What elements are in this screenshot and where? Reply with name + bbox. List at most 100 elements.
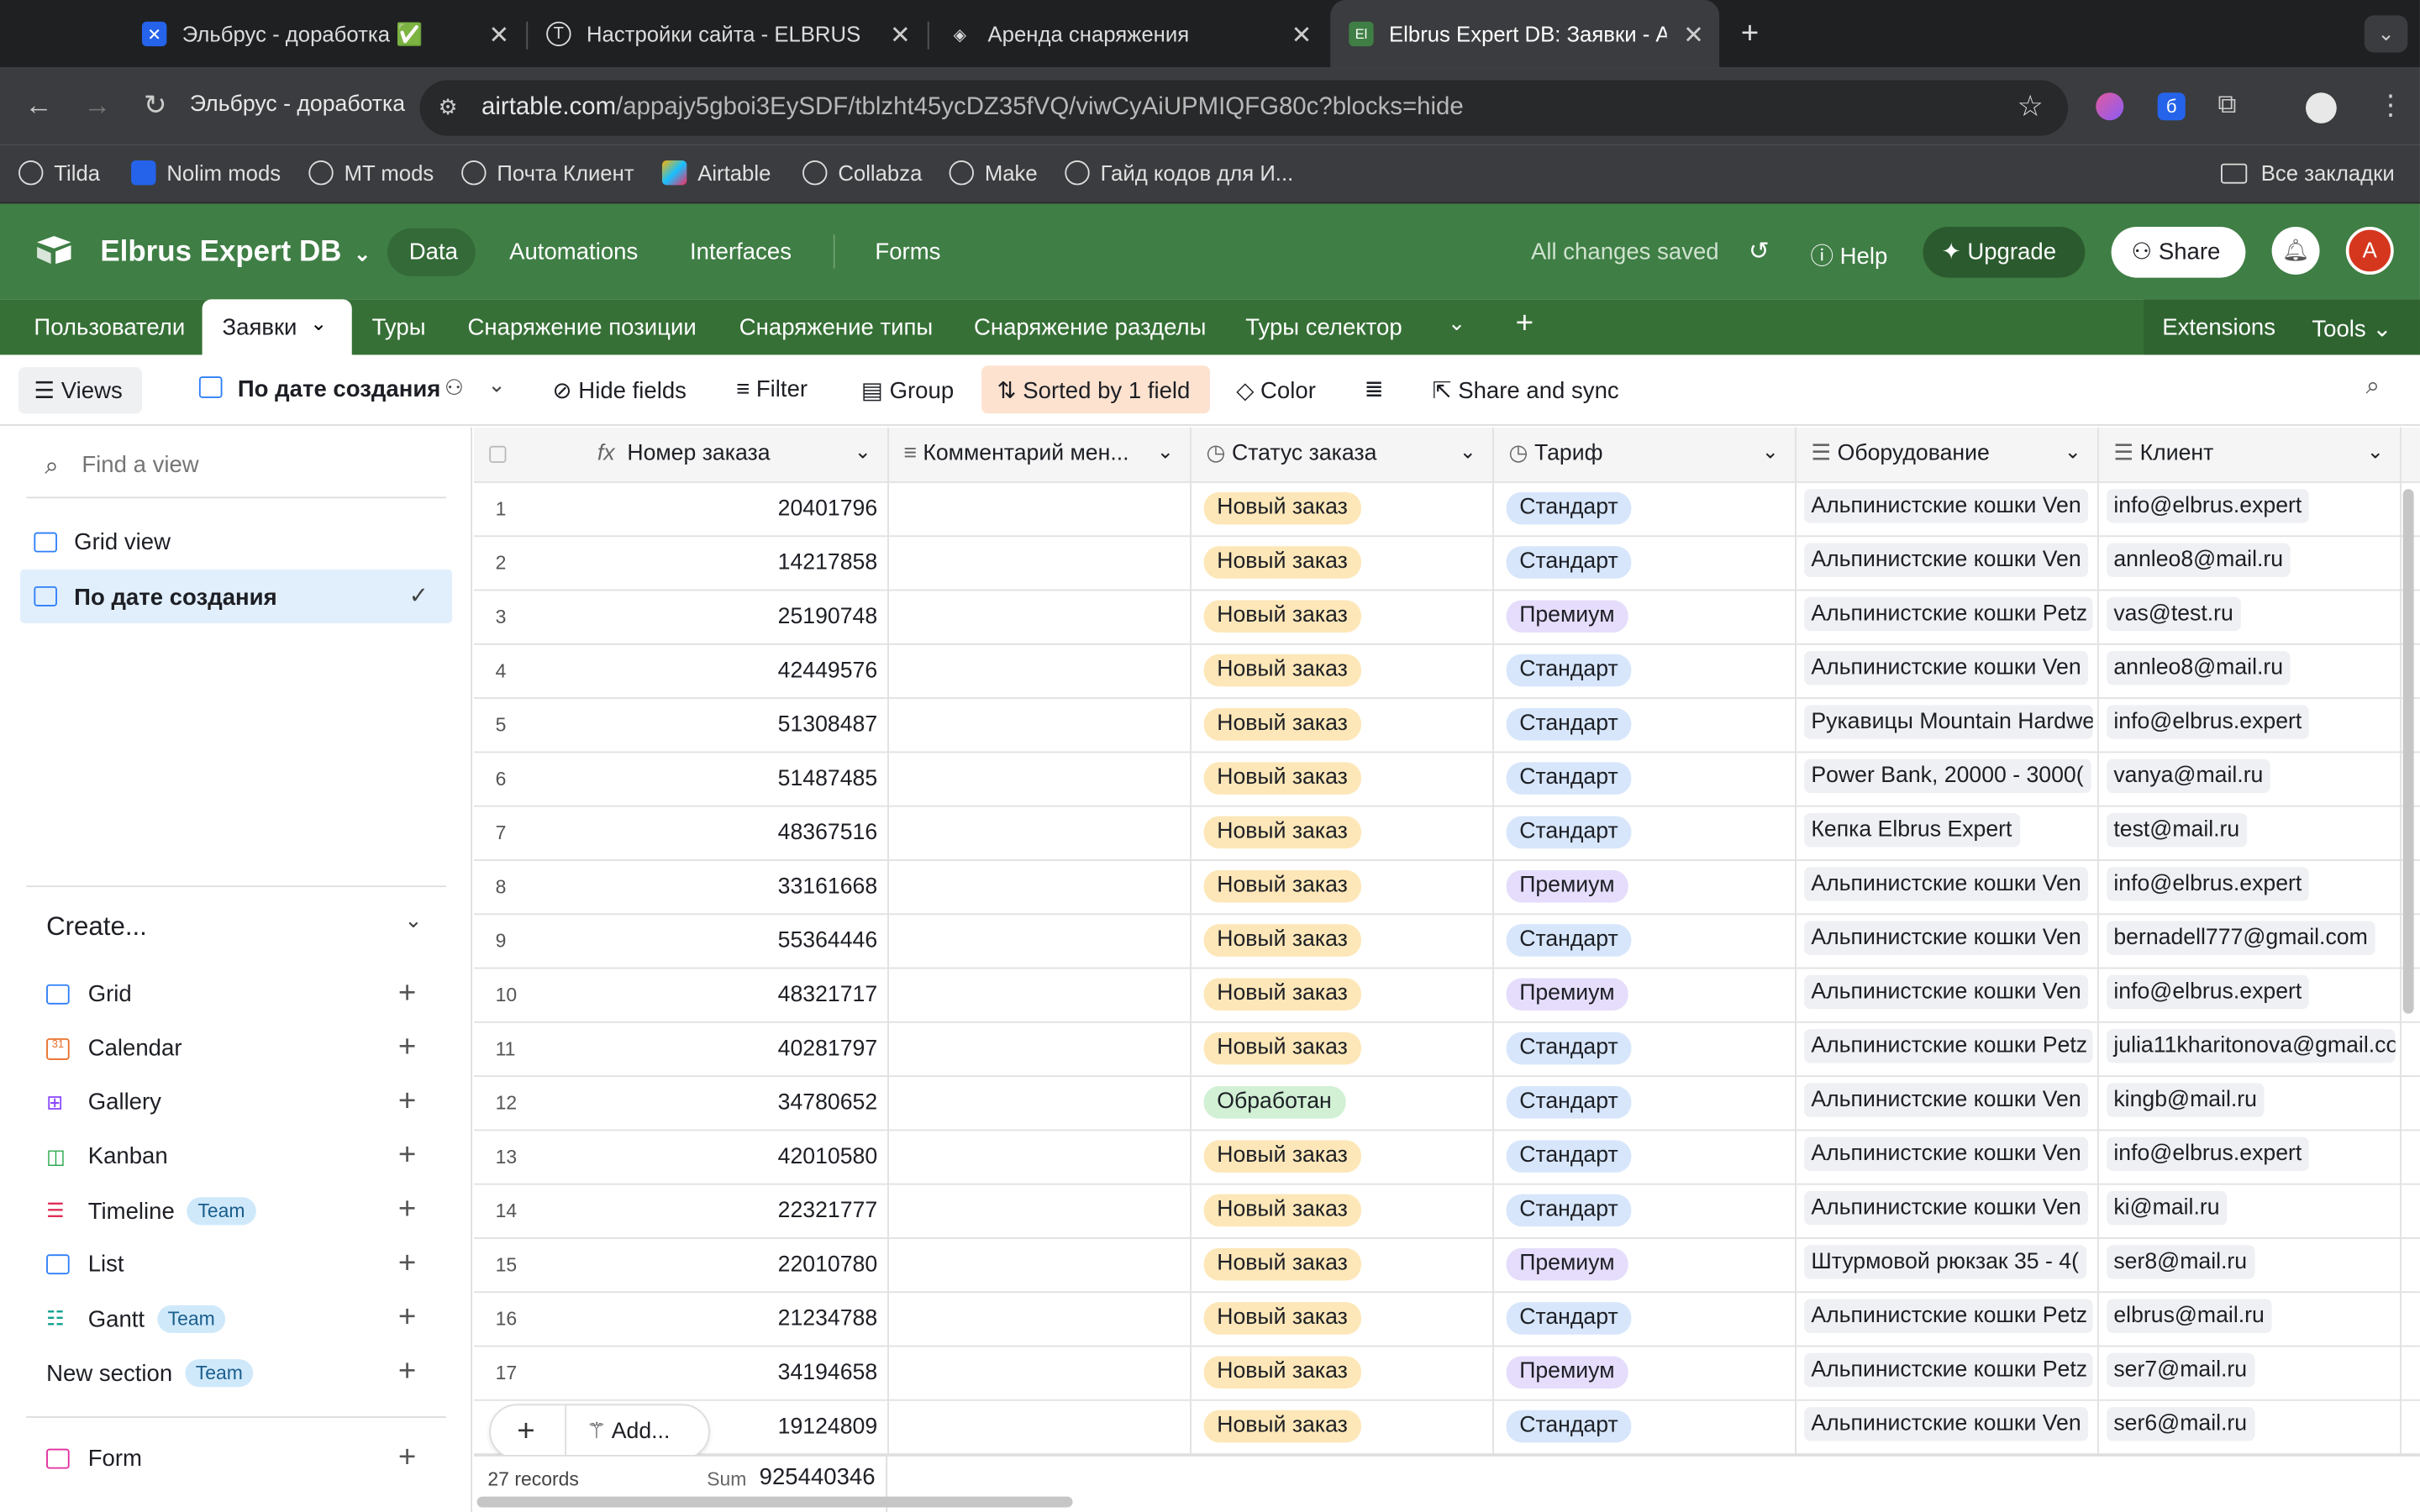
add-icon[interactable]: +: [398, 1138, 416, 1173]
view-item-grid[interactable]: Grid view: [34, 529, 171, 555]
extension-icon[interactable]: [2096, 92, 2124, 121]
user-avatar[interactable]: A: [2345, 226, 2394, 275]
cell-next[interactable]: [2400, 1237, 2420, 1293]
url-text[interactable]: airtable.com/appajy5gboi3EySDF/tblzht45y…: [481, 94, 1464, 122]
cell-comment[interactable]: [887, 1075, 1192, 1131]
browser-tab[interactable]: ✕ Эльбрус - доработка ✅ ✕: [124, 0, 525, 68]
create-timeline[interactable]: ☰ Timeline Team: [46, 1197, 256, 1226]
cell-equipment[interactable]: Альпинистские кошки Ven: [1795, 913, 2098, 969]
cell-tariff[interactable]: Премиум: [1492, 1237, 1797, 1293]
cell-status[interactable]: Новый заказ: [1190, 535, 1494, 591]
cell-next[interactable]: [2400, 1183, 2420, 1238]
cell-status[interactable]: Новый заказ: [1190, 805, 1494, 860]
cell-client[interactable]: ki@mail.ru: [2097, 1183, 2401, 1238]
tab-table-zayavki[interactable]: Заявки ⌄: [202, 299, 352, 355]
create-calendar[interactable]: 31 Calendar: [46, 1035, 182, 1062]
tab-table-tours-selector[interactable]: Туры селектор: [1245, 315, 1402, 341]
cell-equipment[interactable]: Альпинистские кошки Petz: [1795, 589, 2098, 644]
cell-status[interactable]: Новый заказ: [1190, 643, 1494, 699]
cell-order[interactable]: 3 25190748: [473, 589, 889, 644]
cell-next[interactable]: [2400, 1291, 2420, 1347]
tab-table-equip-positions[interactable]: Снаряжение позиции: [468, 315, 697, 341]
create-form[interactable]: Form: [46, 1446, 142, 1472]
cell-comment[interactable]: [887, 1129, 1192, 1184]
create-new-section[interactable]: New section Team: [46, 1359, 254, 1388]
cell-tariff[interactable]: Стандарт: [1492, 1075, 1797, 1131]
bookmark-item[interactable]: Collabza: [802, 160, 922, 186]
tab-search-icon[interactable]: ⌄: [2364, 15, 2408, 53]
cell-tariff[interactable]: Стандарт: [1492, 481, 1797, 537]
search-icon[interactable]: ⌕: [2366, 373, 2380, 401]
add-icon[interactable]: +: [398, 1355, 416, 1390]
browser-tab-active[interactable]: El Elbrus Expert DB: Заявки - Airtable ✕: [1330, 0, 1720, 68]
cell-order[interactable]: 16 21234788: [473, 1291, 889, 1347]
chevron-down-icon[interactable]: ⌄: [1157, 439, 1174, 464]
cell-status[interactable]: Новый заказ: [1190, 1399, 1494, 1455]
sort-button[interactable]: ⇅ Sorted by 1 field: [981, 365, 1210, 414]
tab-table-equip-sections[interactable]: Снаряжение разделы: [974, 315, 1206, 341]
cell-comment[interactable]: [887, 1399, 1192, 1455]
cell-status[interactable]: Новый заказ: [1190, 697, 1494, 753]
cell-order[interactable]: 9 55364446: [473, 913, 889, 969]
nav-interfaces[interactable]: Interfaces: [690, 239, 792, 265]
add-icon[interactable]: +: [398, 1031, 416, 1066]
color-button[interactable]: ◇ Color: [1236, 376, 1316, 404]
table-row[interactable]: 11 40281797 Новый заказ Стандарт Альпинистск…: [473, 1021, 2420, 1077]
cell-comment[interactable]: [887, 697, 1192, 753]
extension-icon[interactable]: б: [2157, 92, 2186, 121]
table-row[interactable]: 4 42449576 Новый заказ Стандарт Альпинистски…: [473, 643, 2420, 699]
site-info-icon[interactable]: ⚙: [439, 94, 458, 120]
extensions-button[interactable]: Extensions: [2162, 315, 2275, 341]
column-header-equipment[interactable]: ☰ Оборудование ⌄: [1795, 427, 2098, 482]
cell-client[interactable]: bernadell777@gmail.com: [2097, 913, 2401, 969]
cell-next[interactable]: [2400, 1399, 2420, 1455]
cell-status[interactable]: Новый заказ: [1190, 913, 1494, 969]
cell-tariff[interactable]: Стандарт: [1492, 535, 1797, 591]
cell-order[interactable]: 8 33161668: [473, 859, 889, 915]
cell-comment[interactable]: [887, 535, 1192, 591]
table-row[interactable]: 17 34194658 Новый заказ Премиум Альпинистски…: [473, 1345, 2420, 1400]
find-view-field[interactable]: ⌕: [26, 443, 446, 499]
cell-order[interactable]: 2 14217858: [473, 535, 889, 591]
column-header-next[interactable]: [2400, 427, 2420, 482]
cell-comment[interactable]: [887, 1237, 1192, 1293]
add-icon[interactable]: +: [398, 1300, 416, 1336]
back-arrow-icon[interactable]: ←: [24, 90, 52, 123]
add-icon[interactable]: +: [398, 1441, 416, 1476]
cell-tariff[interactable]: Стандарт: [1492, 805, 1797, 860]
bookmark-item[interactable]: MT mods: [308, 160, 434, 186]
chevron-down-icon[interactable]: ⌄: [2367, 439, 2384, 464]
cell-comment[interactable]: [887, 1291, 1192, 1347]
cell-tariff[interactable]: Стандарт: [1492, 1021, 1797, 1077]
chevron-down-icon[interactable]: ⌄: [2065, 439, 2081, 464]
chevron-down-icon[interactable]: ⌄: [404, 907, 423, 933]
cell-equipment[interactable]: Альпинистские кошки Ven: [1795, 859, 2098, 915]
nav-forms[interactable]: Forms: [875, 239, 940, 265]
table-row[interactable]: 1819124809Новый заказСтандартАльпинистск…: [473, 1399, 2420, 1455]
cell-order[interactable]: 17 34194658: [473, 1345, 889, 1400]
history-icon[interactable]: ↺: [1749, 236, 1770, 267]
cell-tariff[interactable]: Стандарт: [1492, 643, 1797, 699]
cell-tariff[interactable]: Стандарт: [1492, 1183, 1797, 1238]
chevron-down-icon[interactable]: ⌄: [487, 372, 506, 398]
table-row[interactable]: 12 34780652 Обработан Стандарт Альпинистские…: [473, 1075, 2420, 1131]
cell-equipment[interactable]: Альпинистские кошки Ven: [1795, 967, 2098, 1022]
cell-comment[interactable]: [887, 805, 1192, 860]
cell-equipment[interactable]: Power Bank, 20000 - 3000(: [1795, 751, 2098, 806]
cell-equipment[interactable]: Альпинистские кошки Ven: [1795, 1129, 2098, 1184]
cell-status[interactable]: Новый заказ: [1190, 751, 1494, 806]
cell-order[interactable]: 14 22321777: [473, 1183, 889, 1238]
cell-equipment[interactable]: Рукавицы Mountain Hardwe: [1795, 697, 2098, 753]
share-button[interactable]: ⚇ Share: [2111, 226, 2246, 278]
cell-client[interactable]: annleo8@mail.ru: [2097, 535, 2401, 591]
cell-order[interactable]: 5 51308487: [473, 697, 889, 753]
select-all-checkbox[interactable]: [489, 445, 507, 463]
current-view-name[interactable]: По дате создания: [238, 376, 441, 402]
cell-status[interactable]: Новый заказ: [1190, 967, 1494, 1022]
table-row[interactable]: 3 25190748 Новый заказ Премиум Альпинистские…: [473, 589, 2420, 644]
nav-automations[interactable]: Automations: [509, 239, 638, 265]
cell-tariff[interactable]: Стандарт: [1492, 1129, 1797, 1184]
cell-next[interactable]: [2400, 1129, 2420, 1184]
cell-status[interactable]: Новый заказ: [1190, 481, 1494, 537]
add-table-icon[interactable]: +: [1516, 307, 1534, 343]
